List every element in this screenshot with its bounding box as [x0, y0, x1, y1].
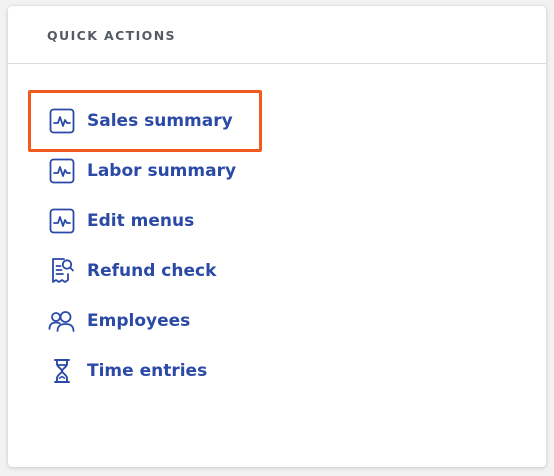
quick-actions-card: QUICK ACTIONS Sales summary Labor summar… [8, 6, 546, 467]
action-label: Employees [87, 311, 191, 331]
people-icon [48, 307, 76, 335]
chart-line-icon [48, 157, 76, 185]
time-entries-link[interactable]: Time entries [28, 340, 262, 402]
card-header: QUICK ACTIONS [8, 6, 546, 64]
action-label: Edit menus [87, 211, 195, 231]
action-label: Time entries [87, 361, 208, 381]
chart-line-icon [48, 207, 76, 235]
action-label: Refund check [87, 261, 217, 281]
receipt-search-icon [48, 257, 76, 285]
hourglass-icon [48, 357, 76, 385]
action-label: Labor summary [87, 161, 237, 181]
action-label: Sales summary [87, 111, 233, 131]
chart-line-icon [48, 107, 76, 135]
card-title: QUICK ACTIONS [47, 28, 176, 43]
